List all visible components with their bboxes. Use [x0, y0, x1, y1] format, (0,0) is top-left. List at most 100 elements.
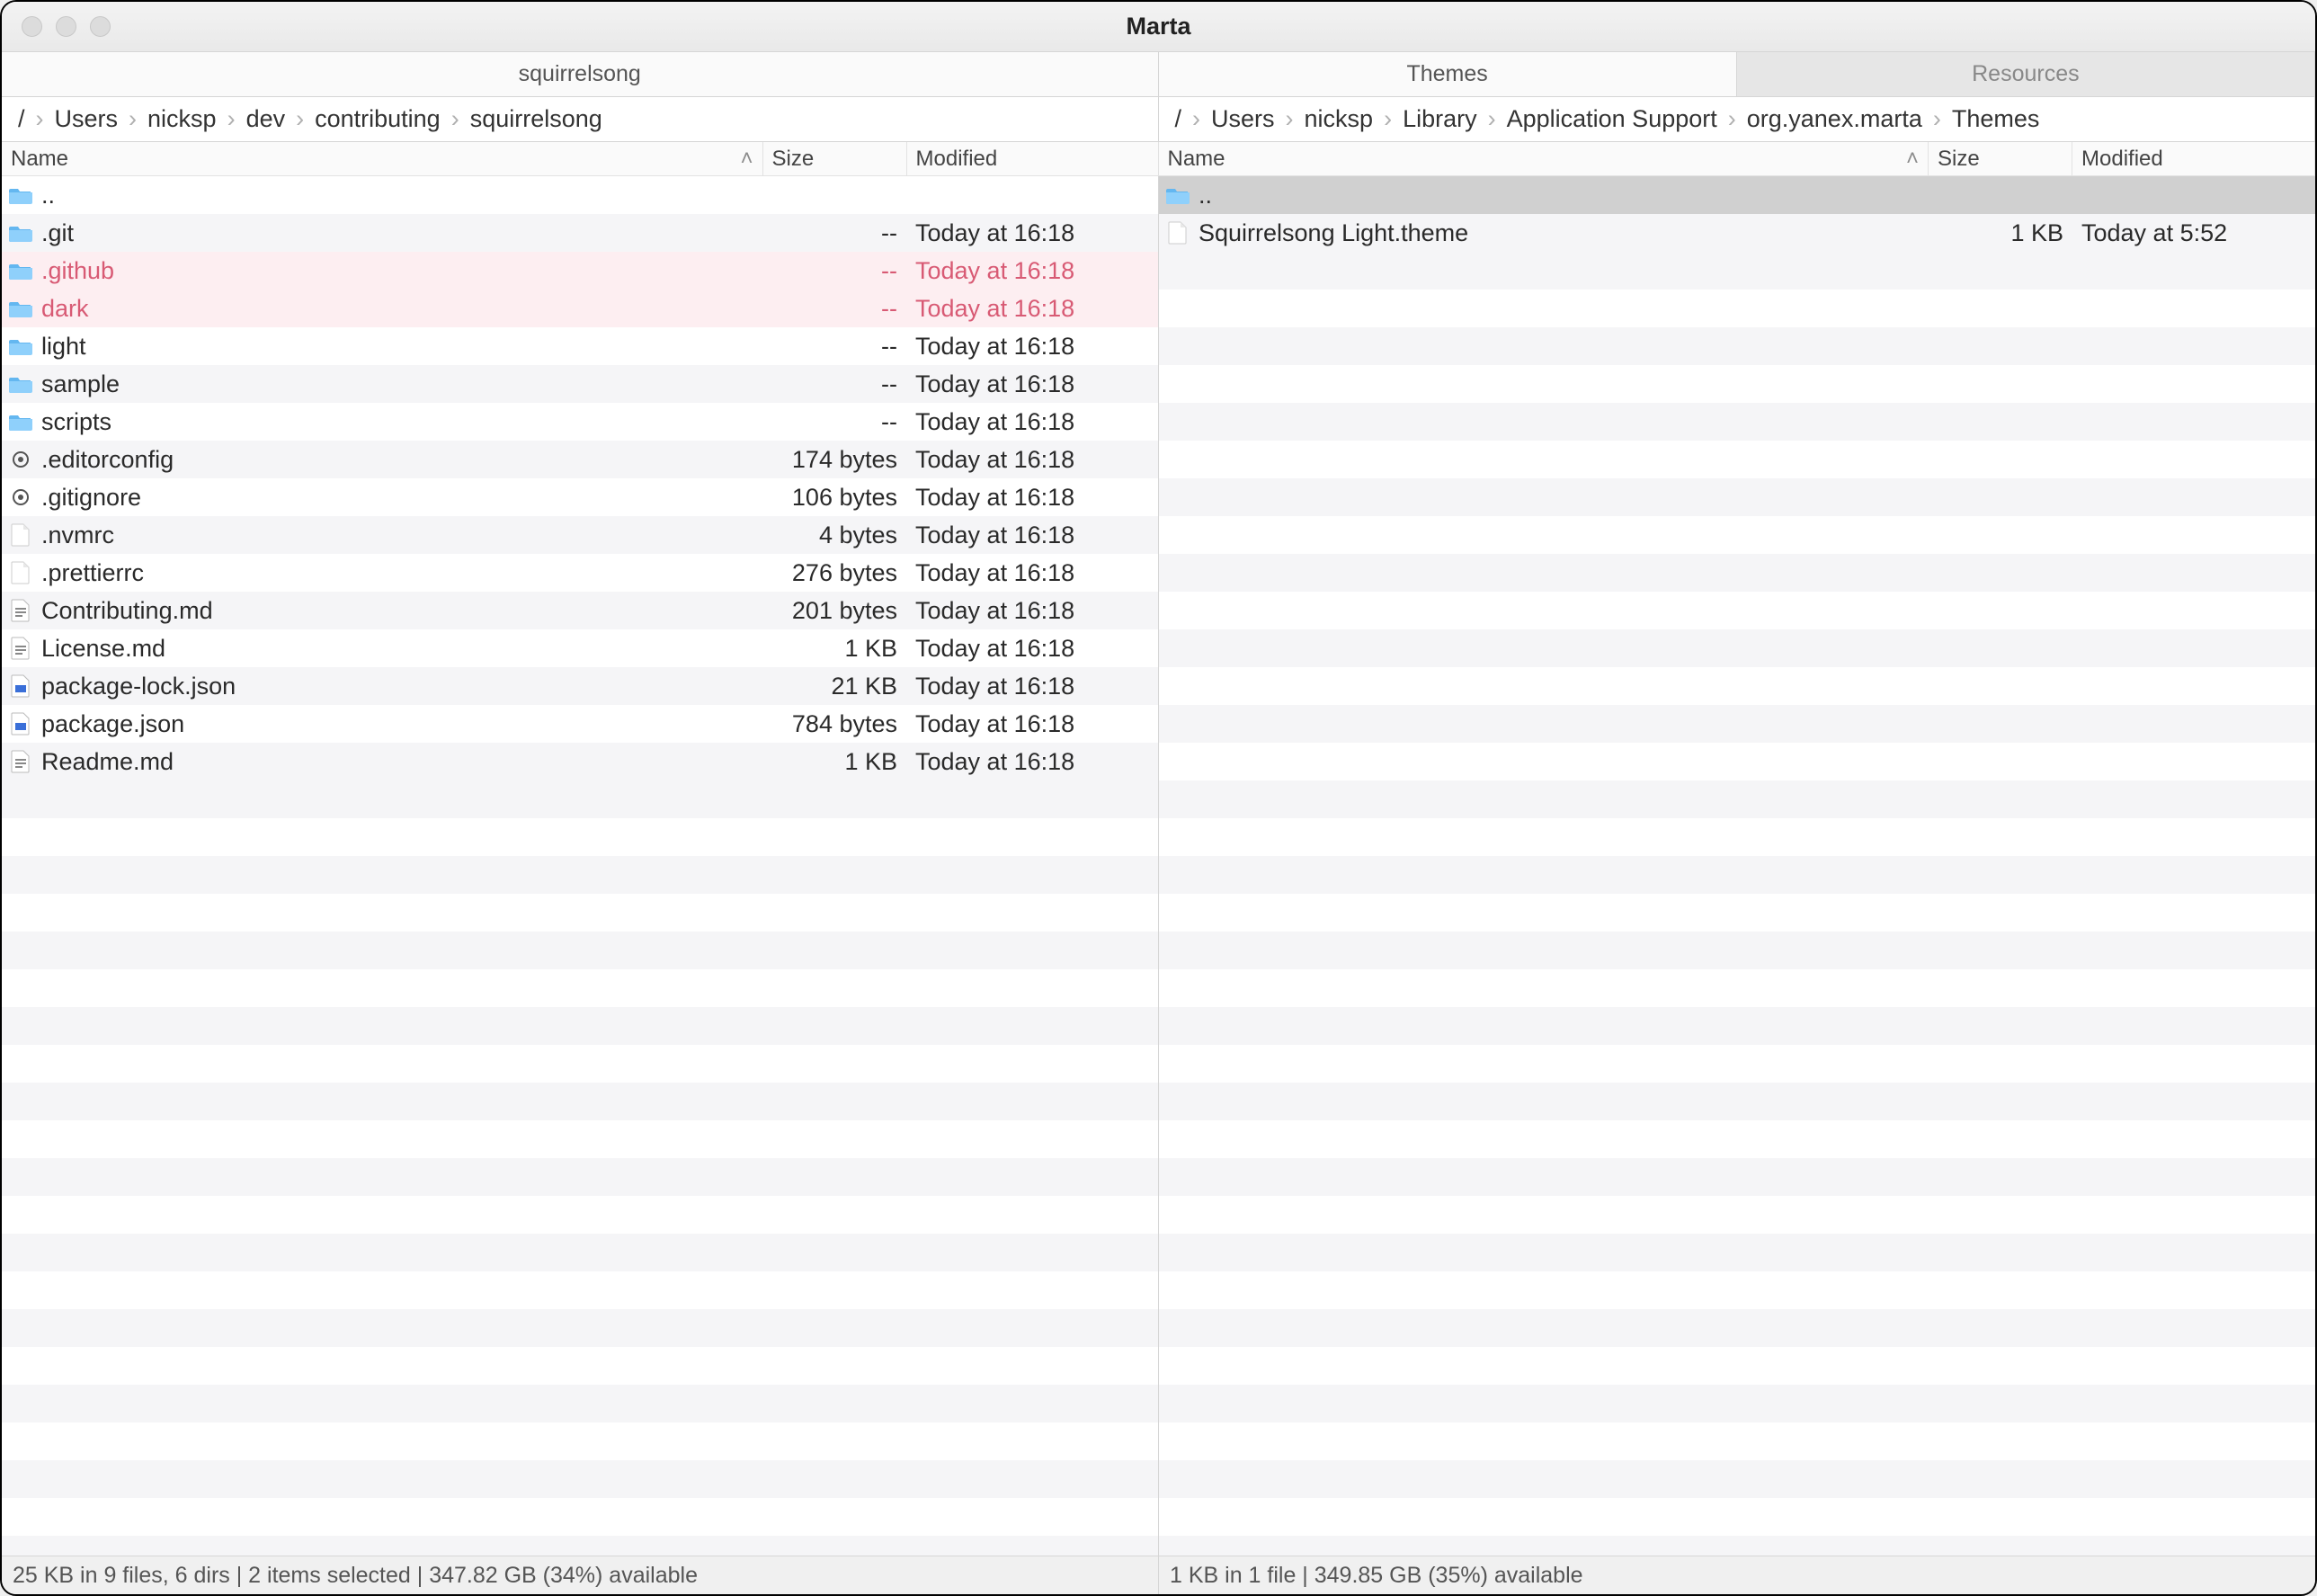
title-bar: Marta [2, 2, 2315, 52]
file-modified: Today at 16:18 [906, 522, 1158, 549]
file-row[interactable]: .nvmrc4 bytesToday at 16:18 [2, 516, 1158, 554]
folder-icon [9, 373, 32, 395]
file-name: .gitignore [41, 484, 141, 512]
file-row[interactable]: dark --Today at 16:18 [2, 290, 1158, 327]
crumb-segment[interactable]: dev [246, 105, 286, 133]
filler [2, 780, 1158, 1556]
chevron-right-icon: › [451, 105, 459, 133]
file-size: -- [762, 333, 906, 361]
crumb-segment[interactable]: nicksp [147, 105, 217, 133]
file-row[interactable]: Contributing.md 201 bytesToday at 16:18 [2, 592, 1158, 629]
filler [1159, 252, 2315, 1556]
file-modified: Today at 16:18 [906, 597, 1158, 625]
folder-icon [9, 411, 32, 432]
file-row[interactable]: .. [2, 176, 1158, 214]
file-row[interactable]: package.json784 bytesToday at 16:18 [2, 705, 1158, 743]
file-size: 276 bytes [762, 559, 906, 587]
file-icon [1166, 222, 1190, 244]
file-list-left[interactable]: ...git--Today at 16:18.github--Today at … [2, 176, 1158, 1556]
file-row[interactable]: .git--Today at 16:18 [2, 214, 1158, 252]
file-name: light [41, 333, 86, 361]
chevron-right-icon: › [1192, 105, 1200, 133]
file-name: .prettierrc [41, 559, 144, 587]
file-name: Readme.md [41, 748, 174, 776]
file-modified: Today at 16:18 [906, 333, 1158, 361]
file-name: Contributing.md [41, 597, 213, 625]
col-size-left[interactable]: Size [763, 142, 907, 175]
file-row[interactable]: package-lock.json21 KBToday at 16:18 [2, 667, 1158, 705]
crumb-segment[interactable]: / [1175, 105, 1182, 133]
col-name-left[interactable]: Name˄ [2, 142, 763, 175]
breadcrumb-right[interactable]: / › Users › nicksp › Library › Application Suppo… [1159, 97, 2316, 141]
file-row[interactable]: Readme.md1 KBToday at 16:18 [2, 743, 1158, 780]
file-modified: Today at 16:18 [906, 559, 1158, 587]
file-row[interactable]: light --Today at 16:18 [2, 327, 1158, 365]
chevron-right-icon: › [1286, 105, 1294, 133]
file-row[interactable]: .github --Today at 16:18 [2, 252, 1158, 290]
file-size: 21 KB [762, 673, 906, 700]
crumb-segment[interactable]: squirrelsong [470, 105, 602, 133]
crumb-segment[interactable]: Users [1211, 105, 1275, 133]
tab-right-1[interactable]: Resources [1737, 52, 2315, 96]
col-name-right[interactable]: Name˄ [1159, 142, 1929, 175]
col-modified-left[interactable]: Modified [907, 142, 1159, 175]
chevron-right-icon: › [296, 105, 304, 133]
app-window: Marta squirrelsong Themes Resources / › Us… [0, 0, 2317, 1596]
file-name: sample [41, 370, 120, 398]
file-row[interactable]: sample--Today at 16:18 [2, 365, 1158, 403]
file-size: 201 bytes [762, 597, 906, 625]
file-name: .nvmrc [41, 522, 114, 549]
file-row[interactable]: .editorconfig174 bytesToday at 16:18 [2, 441, 1158, 478]
gear-icon [9, 486, 32, 508]
file-size: -- [762, 295, 906, 323]
col-modified-right[interactable]: Modified [2072, 142, 2315, 175]
file-row[interactable]: .prettierrc 276 bytesToday at 16:18 [2, 554, 1158, 592]
file-row[interactable]: scripts--Today at 16:18 [2, 403, 1158, 441]
file-icon [9, 562, 32, 584]
crumb-segment[interactable]: contributing [315, 105, 441, 133]
file-modified: Today at 16:18 [906, 408, 1158, 436]
file-row[interactable]: .gitignore106 bytesToday at 16:18 [2, 478, 1158, 516]
breadcrumb-row: / › Users › nicksp › dev › contributing › squirrel… [2, 97, 2315, 142]
sort-asc-icon: ˄ [740, 147, 753, 172]
file-row[interactable]: License.md1 KBToday at 16:18 [2, 629, 1158, 667]
tab-right-0[interactable]: Themes [1159, 52, 1737, 96]
file-name: .git [41, 219, 74, 247]
crumb-segment[interactable]: org.yanex.marta [1747, 105, 1922, 133]
crumb-segment[interactable]: Themes [1952, 105, 2040, 133]
col-name-label: Name [1168, 147, 1225, 172]
file-row[interactable]: Squirrelsong Light.theme 1 KBToday at 5:5… [1159, 214, 2315, 252]
file-size: -- [762, 219, 906, 247]
file-name: dark [41, 295, 89, 323]
file-modified: Today at 5:52 [2072, 219, 2315, 247]
crumb-segment[interactable]: Library [1403, 105, 1477, 133]
file-modified: Today at 16:18 [906, 673, 1158, 700]
file-modified: Today at 16:18 [906, 370, 1158, 398]
file-size: -- [762, 257, 906, 285]
breadcrumb-left[interactable]: /›Users›nicksp›dev›contributing›squirrel… [2, 97, 1159, 141]
crumb-segment[interactable]: / [18, 105, 25, 133]
crumb-segment[interactable]: Users [55, 105, 119, 133]
file-modified: Today at 16:18 [906, 257, 1158, 285]
file-size: 1 KB [1929, 219, 2072, 247]
file-size: 1 KB [762, 748, 906, 776]
file-name: .. [1199, 182, 1212, 210]
json-icon [9, 713, 32, 735]
crumb-segment[interactable]: Application Support [1507, 105, 1717, 133]
col-size-right[interactable]: Size [1929, 142, 2072, 175]
chevron-right-icon: › [1384, 105, 1392, 133]
file-row[interactable]: .. [1159, 176, 2315, 214]
file-modified: Today at 16:18 [906, 295, 1158, 323]
md-icon [9, 600, 32, 621]
column-headers-row: Name˄ Size Modified Name˄ Size Modified [2, 142, 2315, 176]
status-right: 1 KB in 1 file | 349.85 GB (35%) availab… [1159, 1556, 2315, 1594]
crumb-segment[interactable]: nicksp [1305, 105, 1374, 133]
chevron-right-icon: › [1933, 105, 1941, 133]
file-size: 174 bytes [762, 446, 906, 474]
tab-left-0[interactable]: squirrelsong [2, 52, 1159, 96]
file-name: Squirrelsong Light.theme [1199, 219, 1468, 247]
pane-right: .. Squirrelsong Light.theme 1 KBToday at 5… [1159, 176, 2315, 1556]
file-list-right[interactable]: .. Squirrelsong Light.theme 1 KBToday at 5… [1159, 176, 2315, 1556]
file-name: .github [41, 257, 114, 285]
file-modified: Today at 16:18 [906, 484, 1158, 512]
